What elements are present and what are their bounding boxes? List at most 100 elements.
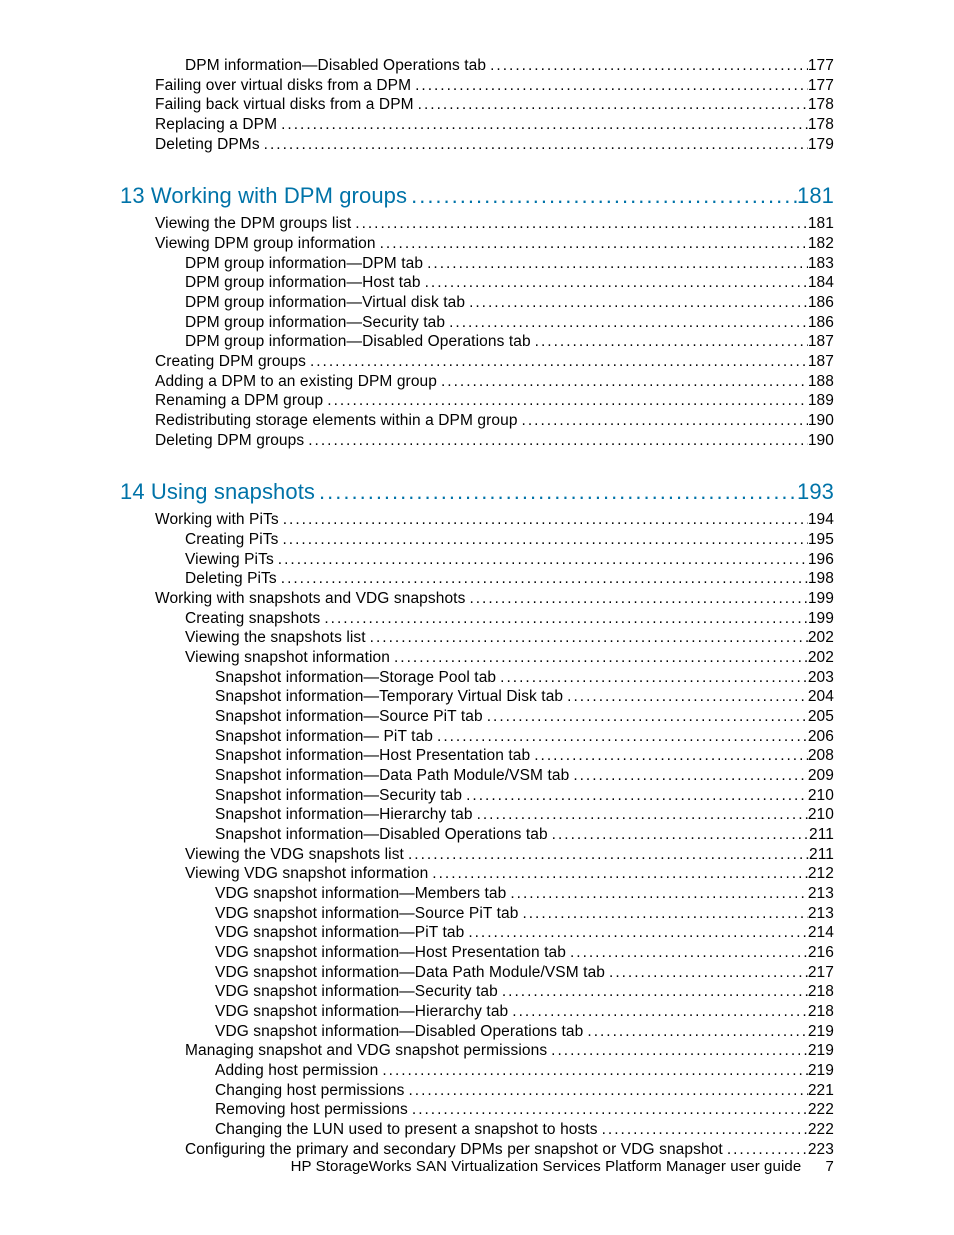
toc-entry-row[interactable]: VDG snapshot information—PiT tab........…	[120, 923, 834, 943]
toc-entry-row[interactable]: Redistributing storage elements within a…	[120, 411, 834, 431]
toc-entry-row[interactable]: Viewing the DPM groups list.............…	[120, 214, 834, 234]
toc-entry-row[interactable]: Snapshot information—Temporary Virtual D…	[120, 687, 834, 707]
toc-entry-label: Deleting PiTs	[185, 569, 277, 589]
toc-leader-dots: ........................................…	[404, 1081, 807, 1101]
toc-entry-label: Snapshot information—Storage Pool tab	[215, 668, 496, 688]
toc-leader-dots: ........................................…	[566, 943, 808, 963]
toc-entry-row[interactable]: Deleting DPM groups.....................…	[120, 431, 834, 451]
toc-entry-row[interactable]: DPM group information—DPM tab...........…	[120, 254, 834, 274]
toc-entry-page: 210	[808, 786, 834, 806]
toc-entry-row[interactable]: Changing host permissions...............…	[120, 1081, 834, 1101]
toc-entry-page: 222	[808, 1100, 834, 1120]
toc-entry-row[interactable]: Creating DPM groups.....................…	[120, 352, 834, 372]
toc-entry-row[interactable]: Creating snapshots......................…	[120, 609, 834, 629]
toc-entry-row[interactable]: VDG snapshot information—Host Presentati…	[120, 943, 834, 963]
toc-leader-dots: ........................................…	[498, 982, 808, 1002]
toc-leader-dots: ........................................…	[483, 707, 808, 727]
toc-entry-row[interactable]: Viewing the snapshots list..............…	[120, 628, 834, 648]
toc-entry-page: 193	[797, 478, 834, 506]
toc-entry-row[interactable]: Snapshot information—Hierarchy tab......…	[120, 805, 834, 825]
toc-entry-page: 195	[808, 530, 834, 550]
toc-leader-dots: ........................................…	[465, 293, 808, 313]
toc-entry-row[interactable]: VDG snapshot information—Data Path Modul…	[120, 963, 834, 983]
toc-entry-row[interactable]: DPM group information—Host tab..........…	[120, 273, 834, 293]
toc-entry-label: Viewing DPM group information	[155, 234, 376, 254]
toc-entry-page: 209	[808, 766, 834, 786]
toc-entry-page: 222	[808, 1120, 834, 1140]
toc-entry-page: 186	[808, 313, 834, 333]
toc-entry-page: 186	[808, 293, 834, 313]
toc-entry-row[interactable]: Snapshot information—Source PiT tab.....…	[120, 707, 834, 727]
toc-leader-dots: ........................................…	[277, 115, 808, 135]
toc-entry-row[interactable]: Snapshot information—Data Path Module/VS…	[120, 766, 834, 786]
table-of-contents: DPM information—Disabled Operations tab.…	[120, 56, 834, 1159]
toc-entry-row[interactable]: VDG snapshot information—Members tab....…	[120, 884, 834, 904]
toc-entry-page: 204	[808, 687, 834, 707]
toc-entry-row[interactable]: Viewing VDG snapshot information........…	[120, 864, 834, 884]
toc-leader-dots: ........................................…	[464, 923, 808, 943]
toc-entry-page: 223	[808, 1140, 834, 1160]
toc-leader-dots: ........................................…	[473, 805, 808, 825]
toc-entry-page: 213	[808, 904, 834, 924]
toc-entry-page: 199	[808, 589, 834, 609]
toc-entry-label: Viewing the snapshots list	[185, 628, 366, 648]
toc-entry-row[interactable]: Renaming a DPM group....................…	[120, 391, 834, 411]
toc-entry-row[interactable]: Snapshot information— PiT tab...........…	[120, 727, 834, 747]
toc-entry-page: 188	[808, 372, 834, 392]
toc-leader-dots: ........................................…	[433, 727, 808, 747]
toc-entry-row[interactable]: Configuring the primary and secondary DP…	[120, 1140, 834, 1160]
toc-leader-dots: ........................................…	[408, 1100, 808, 1120]
toc-entry-row[interactable]: VDG snapshot information—Disabled Operat…	[120, 1022, 834, 1042]
toc-entry-row[interactable]: Managing snapshot and VDG snapshot permi…	[120, 1041, 834, 1061]
toc-entry-row[interactable]: Working with snapshots and VDG snapshots…	[120, 589, 834, 609]
toc-entry-page: 211	[809, 845, 834, 865]
toc-entry-row[interactable]: Working with PiTs.......................…	[120, 510, 834, 530]
toc-entry-row[interactable]: Deleting PiTs...........................…	[120, 569, 834, 589]
toc-leader-dots: ........................................…	[598, 1120, 808, 1140]
toc-entry-row[interactable]: VDG snapshot information—Security tab...…	[120, 982, 834, 1002]
toc-entry-page: 219	[808, 1041, 834, 1061]
toc-leader-dots: ........................................…	[569, 766, 808, 786]
toc-chapter-row[interactable]: 14 Using snapshots......................…	[120, 478, 834, 506]
toc-entry-row[interactable]: Changing the LUN used to present a snaps…	[120, 1120, 834, 1140]
document-page: DPM information—Disabled Operations tab.…	[0, 0, 954, 1235]
toc-entry-label: Redistributing storage elements within a…	[155, 411, 518, 431]
toc-entry-label: Working with PiTs	[155, 510, 279, 530]
toc-leader-dots: ........................................…	[306, 352, 808, 372]
toc-leader-dots: ........................................…	[277, 569, 808, 589]
toc-chapter-row[interactable]: 13 Working with DPM groups..............…	[120, 182, 834, 210]
toc-entry-row[interactable]: Adding a DPM to an existing DPM group...…	[120, 372, 834, 392]
toc-entry-row[interactable]: Adding host permission..................…	[120, 1061, 834, 1081]
toc-entry-page: 187	[808, 352, 834, 372]
toc-entry-label: Snapshot information—Security tab	[215, 786, 462, 806]
toc-entry-page: 212	[808, 864, 834, 884]
toc-entry-row[interactable]: VDG snapshot information—Source PiT tab.…	[120, 904, 834, 924]
toc-entry-row[interactable]: Viewing the VDG snapshots list..........…	[120, 845, 834, 865]
toc-entry-row[interactable]: Replacing a DPM.........................…	[120, 115, 834, 135]
toc-entry-page: 206	[808, 727, 834, 747]
toc-entry-row[interactable]: Creating PiTs...........................…	[120, 530, 834, 550]
toc-entry-row[interactable]: VDG snapshot information—Hierarchy tab..…	[120, 1002, 834, 1022]
toc-entry-row[interactable]: Deleting DPMs...........................…	[120, 135, 834, 155]
toc-entry-page: 184	[808, 273, 834, 293]
toc-leader-dots: ........................................…	[445, 313, 808, 333]
toc-entry-row[interactable]: Failing back virtual disks from a DPM...…	[120, 95, 834, 115]
toc-entry-row[interactable]: Snapshot information—Storage Pool tab...…	[120, 668, 834, 688]
toc-entry-row[interactable]: Removing host permissions...............…	[120, 1100, 834, 1120]
toc-entry-row[interactable]: Viewing DPM group information...........…	[120, 234, 834, 254]
toc-entry-row[interactable]: Failing over virtual disks from a DPM...…	[120, 76, 834, 96]
toc-entry-row[interactable]: DPM information—Disabled Operations tab.…	[120, 56, 834, 76]
toc-entry-row[interactable]: DPM group information—Disabled Operation…	[120, 332, 834, 352]
toc-entry-row[interactable]: Viewing PiTs............................…	[120, 550, 834, 570]
toc-leader-dots: ........................................…	[366, 628, 808, 648]
toc-entry-page: 214	[808, 923, 834, 943]
toc-entry-page: 179	[808, 135, 834, 155]
toc-entry-row[interactable]: DPM group information—Security tab......…	[120, 313, 834, 333]
toc-entry-row[interactable]: Snapshot information—Security tab.......…	[120, 786, 834, 806]
toc-entry-row[interactable]: DPM group information—Virtual disk tab..…	[120, 293, 834, 313]
toc-entry-row[interactable]: Viewing snapshot information............…	[120, 648, 834, 668]
toc-entry-label: Viewing the DPM groups list	[155, 214, 351, 234]
toc-entry-label: Snapshot information—Data Path Module/VS…	[215, 766, 569, 786]
toc-entry-row[interactable]: Snapshot information—Disabled Operations…	[120, 825, 834, 845]
toc-entry-row[interactable]: Snapshot information—Host Presentation t…	[120, 746, 834, 766]
